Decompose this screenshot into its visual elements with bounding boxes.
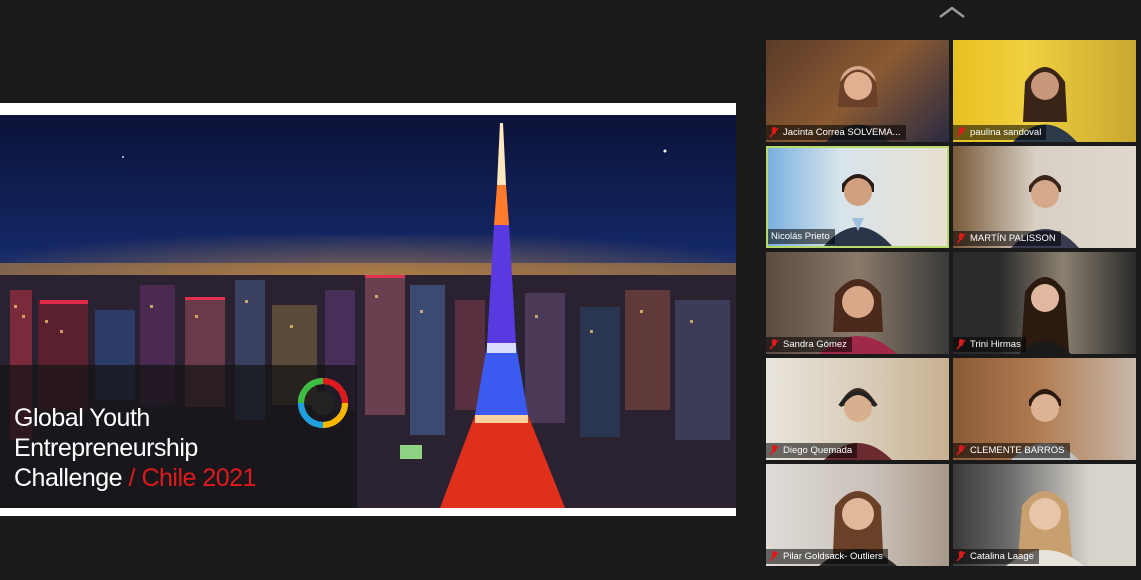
video-tile-active-speaker[interactable]: Nicolás Prieto xyxy=(766,146,949,248)
participant-name: Nicolás Prieto xyxy=(771,231,830,242)
slide-title-line-1: Global Youth xyxy=(14,404,150,432)
video-tile[interactable]: Trini Hirmas xyxy=(953,252,1136,354)
participant-name: Pilar Goldsack- Outliers xyxy=(783,551,883,562)
participant-nameplate: paulina sandoval xyxy=(953,125,1047,140)
video-tile[interactable]: Jacinta Correa SOLVEMA... xyxy=(766,40,949,142)
muted-mic-icon xyxy=(769,551,779,562)
muted-mic-icon xyxy=(769,339,779,350)
video-tile[interactable]: Diego Quemada xyxy=(766,358,949,460)
slide-title-line-3-text: Challenge xyxy=(14,464,123,492)
muted-mic-icon xyxy=(956,339,966,350)
participant-nameplate: Catalina Laage xyxy=(953,549,1039,564)
participant-nameplate: Sandra Gómez xyxy=(766,337,852,352)
video-tile[interactable]: Sandra Gómez xyxy=(766,252,949,354)
video-tile[interactable]: Pilar Goldsack- Outliers xyxy=(766,464,949,566)
participant-nameplate: Pilar Goldsack- Outliers xyxy=(766,549,888,564)
participant-nameplate: Jacinta Correa SOLVEMA... xyxy=(766,125,906,140)
participant-name: CLEMENTE BARROS xyxy=(970,445,1065,456)
slide-title: Global Youth Entrepreneurship Challenge … xyxy=(14,403,256,493)
participant-nameplate: Diego Quemada xyxy=(766,443,858,458)
participant-name: paulina sandoval xyxy=(970,127,1042,138)
video-tile[interactable]: CLEMENTE BARROS xyxy=(953,358,1136,460)
video-tile[interactable]: paulina sandoval xyxy=(953,40,1136,142)
participant-name: Jacinta Correa SOLVEMA... xyxy=(783,127,901,138)
participant-nameplate: Nicolás Prieto xyxy=(768,229,835,244)
muted-mic-icon xyxy=(956,233,966,244)
video-tile[interactable]: Catalina Laage xyxy=(953,464,1136,566)
participant-name: Sandra Gómez xyxy=(783,339,847,350)
slide-title-separator: / xyxy=(128,464,136,492)
muted-mic-icon xyxy=(769,445,779,456)
muted-mic-icon xyxy=(956,445,966,456)
slide-title-country: Chile 2021 xyxy=(141,464,256,492)
participant-name: Trini Hirmas xyxy=(970,339,1021,350)
muted-mic-icon xyxy=(956,127,966,138)
participant-nameplate: MARTÍN PALISSON xyxy=(953,231,1061,246)
participants-gallery: Jacinta Correa SOLVEMA... paulina sandov… xyxy=(766,40,1138,572)
slide-title-line-3: Challenge / Chile 2021 xyxy=(14,463,256,493)
participant-name: MARTÍN PALISSON xyxy=(970,233,1056,244)
slide-title-line-2: Entrepreneurship xyxy=(14,434,198,462)
muted-mic-icon xyxy=(769,127,779,138)
participant-nameplate: CLEMENTE BARROS xyxy=(953,443,1070,458)
shared-screen: Global Youth Entrepreneurship Challenge … xyxy=(0,103,736,516)
muted-mic-icon xyxy=(956,551,966,562)
participant-name: Diego Quemada xyxy=(783,445,853,456)
participant-name: Catalina Laage xyxy=(970,551,1034,562)
video-tile[interactable]: MARTÍN PALISSON xyxy=(953,146,1136,248)
participant-nameplate: Trini Hirmas xyxy=(953,337,1026,352)
slide-image: Global Youth Entrepreneurship Challenge … xyxy=(0,115,736,508)
collapse-chevron-up-icon[interactable] xyxy=(938,4,966,20)
